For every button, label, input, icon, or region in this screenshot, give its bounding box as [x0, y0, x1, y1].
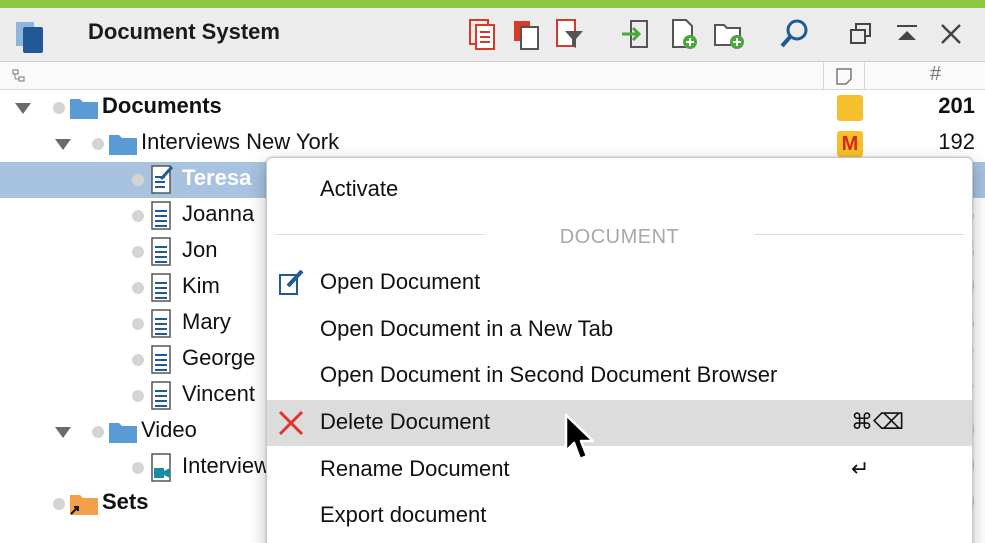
tree-structure-icon[interactable] [11, 68, 27, 84]
status-dot [53, 498, 65, 510]
toolbar: Document System [0, 8, 985, 62]
menu-item-label: Delete Document [320, 409, 490, 434]
status-dot [92, 138, 104, 150]
menu-item-label: Open Document in a New Tab [320, 316, 614, 341]
menu-item-rename-document[interactable]: Rename Document ↵ [267, 447, 972, 493]
filter-button[interactable] [551, 16, 587, 52]
memo-icon [836, 68, 852, 85]
import-icon [622, 20, 648, 48]
status-dot [132, 174, 144, 186]
close-icon [941, 24, 961, 44]
window-title: Document System [88, 19, 280, 44]
new-document-icon [672, 19, 697, 49]
accent-bar [0, 0, 985, 8]
mouse-pointer-icon [564, 413, 595, 461]
search-button[interactable] [777, 16, 813, 52]
tree-row-documents[interactable]: Documents 201 [0, 90, 985, 126]
close-button[interactable] [933, 16, 969, 52]
expand-triangle-icon[interactable] [15, 103, 31, 114]
delete-x-icon [278, 410, 304, 436]
document-list-icon [469, 19, 495, 50]
text-document-icon [151, 309, 171, 338]
menu-item-delete-document[interactable]: Delete Document ⌘⌫ [267, 400, 972, 446]
tree-label: Jon [182, 237, 218, 262]
tree-label: Interview [182, 453, 271, 478]
copy-icon [514, 21, 539, 50]
tree-label: Sets [102, 489, 149, 514]
import-button[interactable] [617, 16, 653, 52]
window-restore-icon [850, 23, 871, 44]
memo-icon[interactable] [837, 95, 863, 121]
status-dot [53, 102, 65, 114]
new-document-button[interactable] [666, 16, 702, 52]
coded-segment-count: 201 [938, 93, 975, 118]
menu-section-header: DOCUMENT [559, 226, 680, 248]
status-dot [132, 354, 144, 366]
edit-document-icon [279, 269, 304, 295]
menu-item-label: Export document [320, 502, 487, 527]
status-dot [92, 426, 104, 438]
tree-label: Kim [182, 273, 220, 298]
status-dot [132, 462, 144, 474]
folder-icon [109, 135, 137, 155]
tree-label: Vincent [182, 381, 255, 406]
tree-label: Joanna [182, 201, 255, 226]
new-folder-icon [714, 24, 744, 49]
text-document-icon [151, 345, 171, 374]
menu-item-open-new-tab[interactable]: Open Document in a New Tab [267, 307, 972, 353]
tree-label: Documents [102, 93, 222, 118]
context-menu: Activate DOCUMENT Open Document Open Doc… [266, 157, 973, 543]
tree-label: George [182, 345, 256, 370]
status-dot [132, 210, 144, 222]
expand-triangle-icon[interactable] [55, 139, 71, 150]
text-document-edit-icon [151, 165, 173, 194]
copy-documents-button[interactable] [508, 16, 544, 52]
new-folder-button[interactable] [711, 16, 747, 52]
tree-label: Interviews New York [141, 129, 340, 154]
tree-label: Teresa [182, 165, 252, 190]
menu-item-activate[interactable]: Activate [267, 167, 972, 213]
filter-icon [556, 19, 583, 48]
status-dot [132, 390, 144, 402]
collapse-up-icon [897, 25, 917, 40]
status-dot [132, 246, 144, 258]
undock-window-button[interactable] [843, 16, 879, 52]
column-header: # [0, 62, 985, 90]
memo-m-icon[interactable]: M [837, 131, 863, 157]
menu-item-label: Open Document [320, 269, 481, 294]
memo-column-header[interactable] [823, 62, 865, 90]
folder-icon [109, 423, 137, 443]
menu-item-open-second-browser[interactable]: Open Document in Second Document Browser [267, 353, 972, 399]
folder-icon [70, 99, 98, 119]
count-column-header[interactable]: # [930, 63, 941, 86]
keyboard-shortcut: ↵ [851, 456, 870, 481]
coded-segment-count: 192 [938, 129, 975, 154]
retrieve-segments-button[interactable] [465, 16, 501, 52]
app-logo-icon [16, 22, 43, 53]
menu-item-export-document[interactable]: Export document [267, 493, 972, 539]
text-document-icon [151, 381, 171, 410]
set-folder-icon [70, 495, 98, 515]
tree-label: Mary [182, 309, 231, 334]
minimize-panel-button[interactable] [889, 16, 925, 52]
search-icon [780, 19, 808, 48]
text-document-icon [151, 201, 171, 230]
tree-label: Video [141, 417, 197, 442]
keyboard-shortcut: ⌘⌫ [851, 409, 905, 434]
menu-item-label: Activate [320, 176, 399, 201]
expand-triangle-icon[interactable] [55, 427, 71, 438]
menu-item-label: Rename Document [320, 456, 510, 481]
video-document-icon [151, 453, 171, 482]
text-document-icon [151, 273, 171, 302]
menu-item-label: Open Document in Second Document Browser [320, 362, 778, 387]
text-document-icon [151, 237, 171, 266]
menu-item-open-document[interactable]: Open Document [267, 260, 972, 306]
status-dot [132, 282, 144, 294]
status-dot [132, 318, 144, 330]
